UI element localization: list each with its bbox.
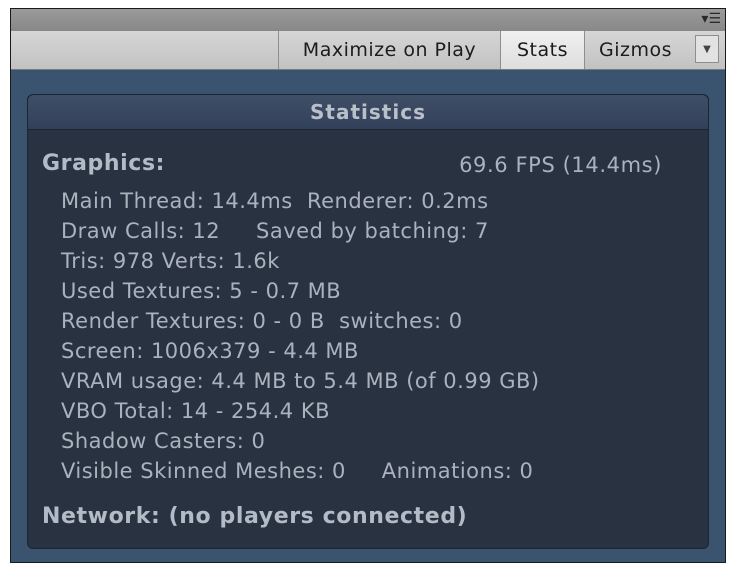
stat-line-render-textures: Render Textures: 0 - 0 B switches: 0: [61, 309, 463, 333]
fps-readout: 69.6 FPS (14.4ms): [459, 153, 662, 177]
stat-line-draw-calls: Draw Calls: 12 Saved by batching: 7: [61, 219, 489, 243]
maximize-on-play-button[interactable]: Maximize on Play: [278, 31, 500, 69]
stat-line-vbo: VBO Total: 14 - 254.4 KB: [61, 399, 331, 423]
title-strip: ▾☰: [11, 9, 725, 32]
gizmos-label: Gizmos: [599, 39, 673, 61]
graphics-title: Graphics:: [42, 151, 166, 176]
stat-line-screen: Screen: 1006x379 - 4.4 MB: [61, 339, 359, 363]
stats-label: Stats: [516, 39, 568, 61]
stat-line-main-thread: Main Thread: 14.4ms Renderer: 0.2ms: [61, 189, 489, 213]
game-view-toolbar: Maximize on Play Stats Gizmos ▼: [11, 31, 725, 70]
stat-line-used-textures: Used Textures: 5 - 0.7 MB: [61, 279, 342, 303]
statistics-panel: Statistics Graphics: 69.6 FPS (14.4ms) M…: [27, 94, 709, 549]
game-view-window: ▾☰ Maximize on Play Stats Gizmos ▼ Stati…: [10, 8, 726, 563]
stats-button[interactable]: Stats: [500, 31, 584, 69]
maximize-on-play-label: Maximize on Play: [302, 39, 477, 61]
stat-line-vram: VRAM usage: 4.4 MB to 5.4 MB (of 0.99 GB…: [61, 369, 540, 393]
gizmos-dropdown-icon[interactable]: ▼: [695, 35, 719, 63]
stat-line-skinned-meshes: Visible Skinned Meshes: 0 Animations: 0: [61, 459, 534, 483]
panel-menu-icon[interactable]: ▾☰: [701, 11, 721, 27]
network-title: Network: (no players connected): [42, 504, 468, 529]
gizmos-button[interactable]: Gizmos: [584, 31, 694, 69]
statistics-header: Statistics: [28, 95, 708, 130]
stat-line-shadow-casters: Shadow Casters: 0: [61, 429, 266, 453]
stat-line-tris: Tris: 978 Verts: 1.6k: [61, 249, 280, 273]
